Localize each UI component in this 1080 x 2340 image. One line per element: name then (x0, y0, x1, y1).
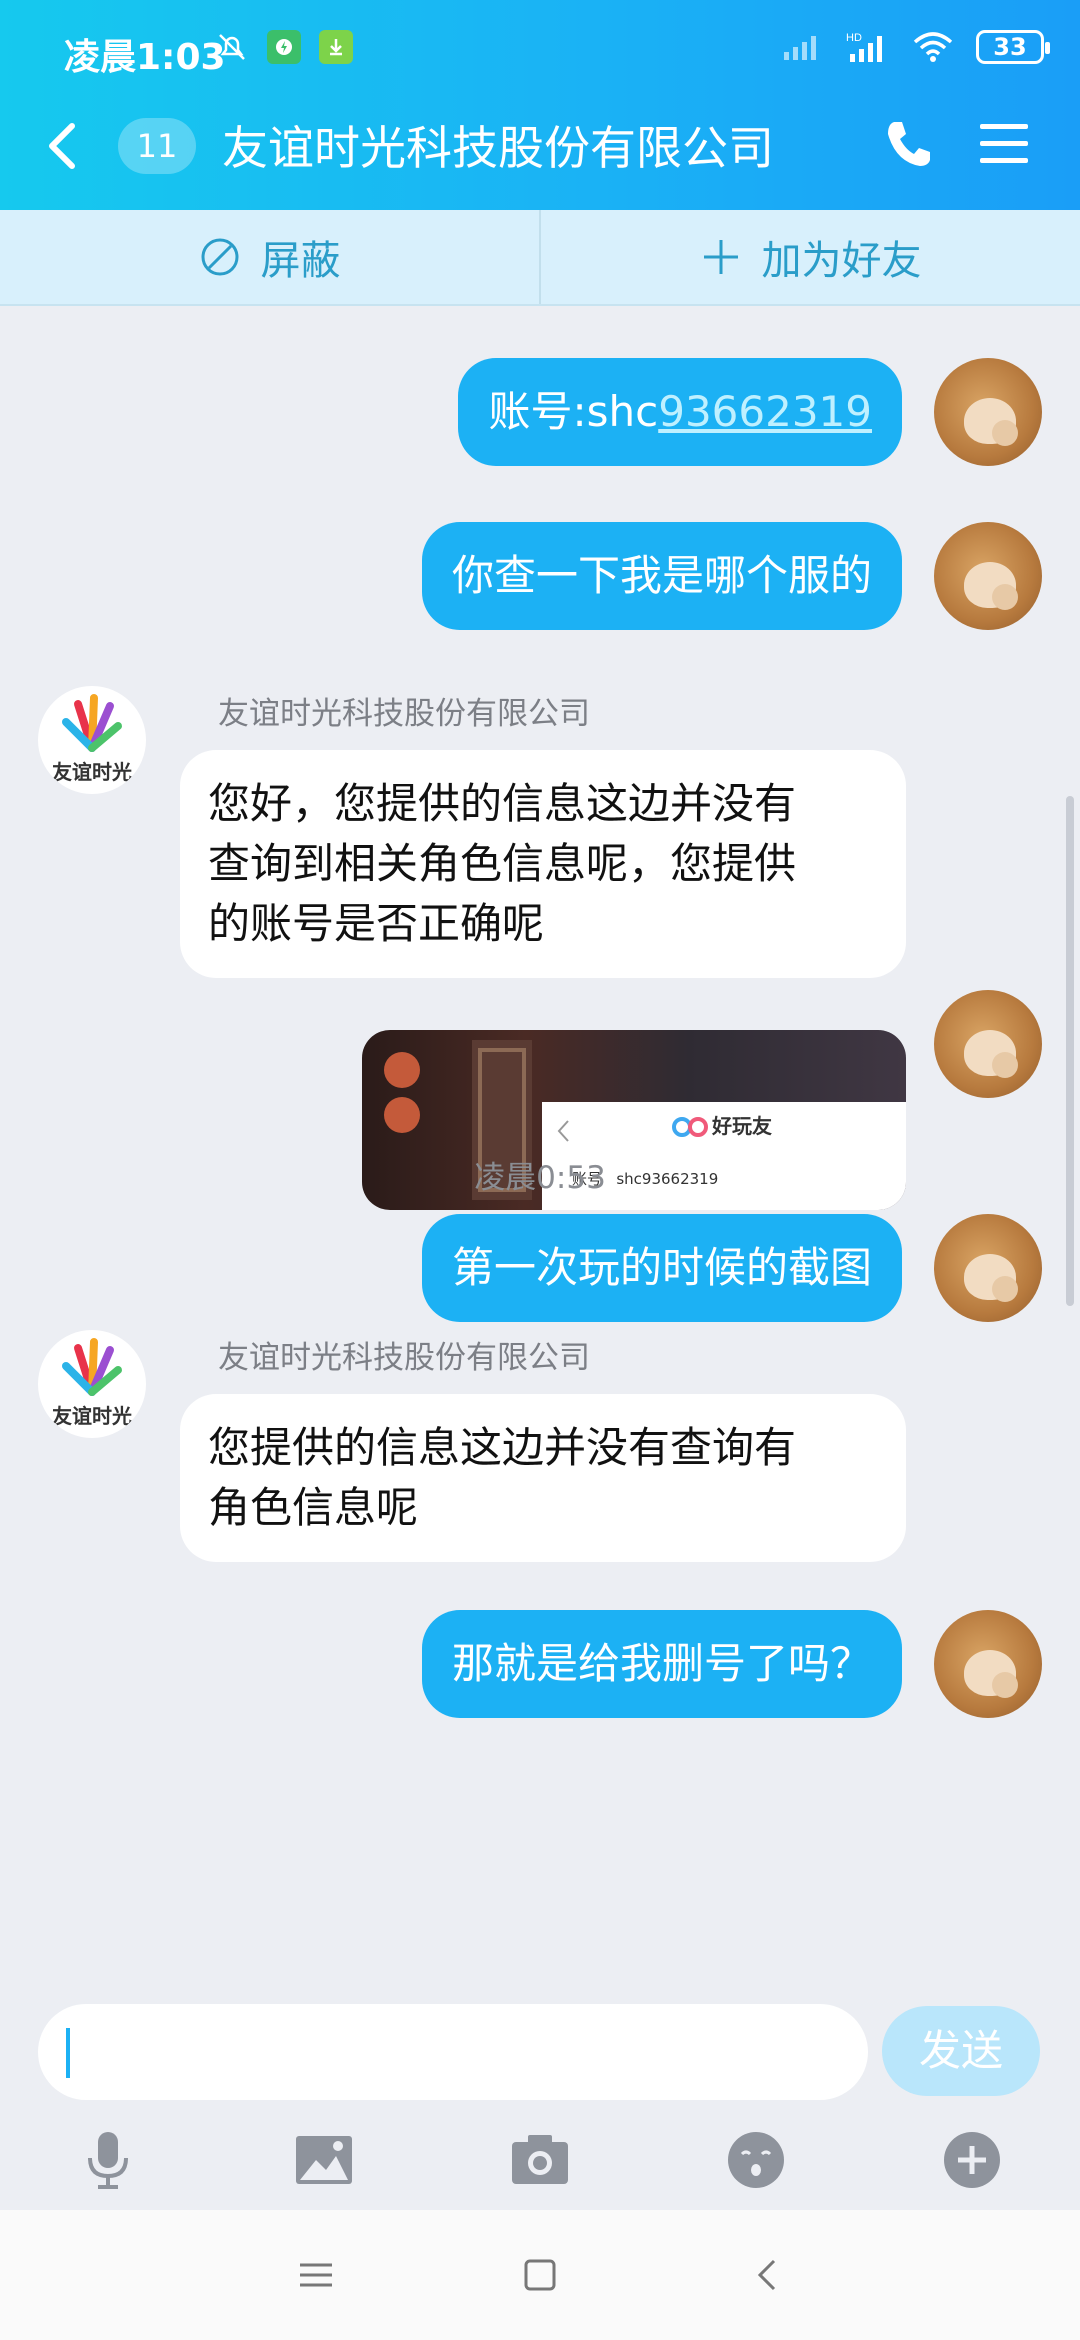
menu-icon[interactable] (978, 118, 1030, 170)
signal-icon (784, 36, 816, 60)
my-avatar[interactable] (934, 358, 1042, 466)
chat-header: 凌晨1:03 HD 33 11 友谊时光科技股份有限公司 (0, 0, 1080, 210)
wifi-icon (913, 32, 953, 62)
image-icon[interactable] (294, 2130, 354, 2190)
message-line: 您提供的信息这边并没有查询有 (208, 1423, 797, 1472)
plus-icon (703, 240, 738, 274)
unread-count-badge[interactable]: 11 (118, 118, 196, 174)
shield-app-icon (267, 30, 301, 64)
back-arrow-icon[interactable] (40, 118, 88, 174)
message-input[interactable] (38, 2004, 868, 2100)
message-line: 角色信息呢 (208, 1483, 419, 1532)
plus-icon[interactable] (942, 2130, 1002, 2190)
my-avatar[interactable] (934, 1214, 1042, 1322)
microphone-icon[interactable] (78, 2130, 138, 2190)
add-friend-button[interactable]: 加为好友 (541, 210, 1080, 304)
outgoing-message[interactable]: 第一次玩的时候的截图 (421, 1214, 902, 1322)
muted-bell-icon (219, 34, 245, 60)
scrollbar[interactable] (1066, 796, 1074, 1306)
company-logo-text: 友谊时光 (52, 760, 132, 784)
back-arrow-icon (557, 1120, 569, 1142)
hd-signal-icon: HD (846, 32, 882, 62)
block-label: 屏蔽 (260, 238, 341, 284)
text-caret (66, 2028, 70, 2078)
time-divider: 凌晨0:53 (474, 1160, 606, 1196)
company-logo-text: 友谊时光 (52, 1404, 132, 1428)
back-nav-icon[interactable] (748, 2255, 788, 2295)
emoji-icon[interactable] (726, 2130, 786, 2190)
message-list[interactable]: 账号:shc93662319 你查一下我是哪个服的 友谊时光 友谊时光科技股份有… (0, 306, 1080, 1980)
status-right-icons: HD 33 (782, 30, 1050, 64)
sender-name: 友谊时光科技股份有限公司 (218, 1340, 590, 1376)
battery-indicator: 33 (976, 30, 1050, 64)
account-link[interactable]: 93662319 (658, 387, 872, 436)
message-line: 的账号是否正确呢 (208, 899, 545, 948)
input-toolbar (0, 2130, 1080, 2190)
my-avatar[interactable] (934, 1610, 1042, 1718)
company-logo-icon (62, 1338, 122, 1396)
recent-apps-icon[interactable] (296, 2255, 336, 2295)
company-logo-icon (62, 694, 122, 752)
action-bar: 屏蔽 加为好友 (0, 210, 1080, 306)
download-icon (319, 30, 353, 64)
home-icon[interactable] (520, 2255, 560, 2295)
block-icon (201, 238, 238, 276)
brand-logo-icon (672, 1117, 708, 1137)
phone-icon[interactable] (880, 116, 936, 172)
message-text: 账号:shc (488, 387, 659, 436)
company-avatar[interactable]: 友谊时光 (38, 1330, 146, 1438)
company-avatar[interactable]: 友谊时光 (38, 686, 146, 794)
sender-name: 友谊时光科技股份有限公司 (218, 696, 590, 732)
my-avatar[interactable] (934, 522, 1042, 630)
system-nav-bar (0, 2210, 1080, 2340)
incoming-message[interactable]: 您好，您提供的信息这边并没有 查询到相关角色信息呢，您提供 的账号是否正确呢 (180, 750, 906, 978)
add-friend-label: 加为好友 (761, 238, 922, 284)
my-avatar[interactable] (934, 990, 1042, 1098)
outgoing-message[interactable]: 那就是给我删号了吗？ (421, 1610, 902, 1718)
chat-title: 友谊时光科技股份有限公司 (222, 121, 774, 175)
outgoing-message[interactable]: 账号:shc93662319 (458, 358, 902, 466)
message-line: 您好，您提供的信息这边并没有 (208, 779, 797, 828)
status-time: 凌晨1:03 (64, 37, 226, 78)
input-bar: 发送 (0, 1980, 1080, 2210)
camera-icon[interactable] (510, 2130, 570, 2190)
block-button[interactable]: 屏蔽 (0, 210, 541, 304)
svg-text:HD: HD (846, 32, 862, 44)
message-line: 查询到相关角色信息呢，您提供 (208, 839, 797, 888)
brand-name: 好玩友 (712, 1114, 772, 1138)
send-button[interactable]: 发送 (882, 2006, 1040, 2096)
outgoing-message[interactable]: 你查一下我是哪个服的 (421, 522, 902, 630)
notification-icons (215, 30, 353, 64)
incoming-message[interactable]: 您提供的信息这边并没有查询有 角色信息呢 (180, 1394, 906, 1562)
